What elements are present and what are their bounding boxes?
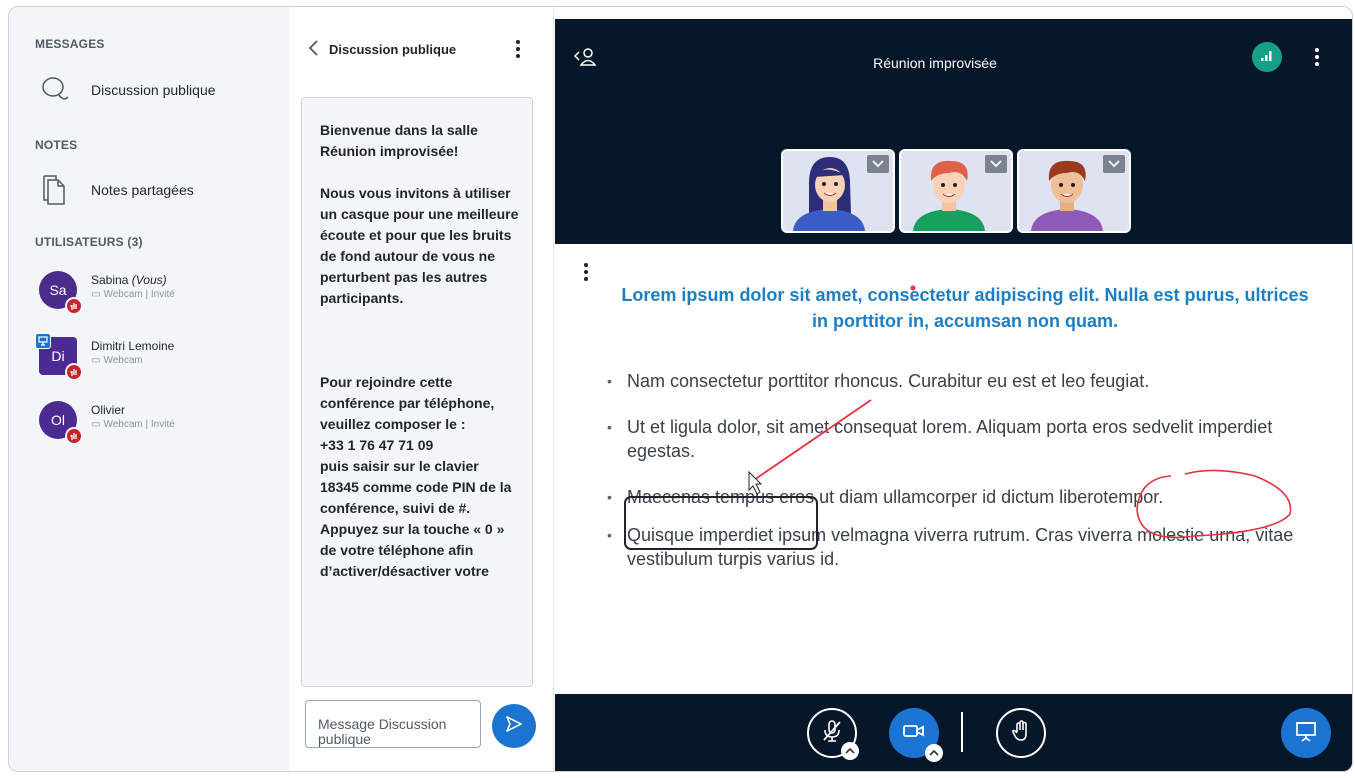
raised-hand-icon — [65, 363, 83, 381]
user-name: Olivier — [91, 403, 126, 417]
meeting-area: Réunion improvisée Lorem ipsum dolor sit… — [555, 19, 1352, 771]
chat-message: Bienvenue dans la salle Réunion improvis… — [320, 122, 478, 159]
raised-hand-icon — [65, 297, 83, 315]
avatar: Ol — [39, 401, 83, 445]
public-chat-item[interactable]: Discussion publique — [35, 70, 275, 110]
chat-bubble-icon — [35, 72, 75, 108]
chevron-down-icon[interactable] — [867, 155, 889, 173]
user-list-panel: MESSAGES Discussion publique NOTES Notes… — [9, 7, 289, 771]
slide-bullet: Nam consectetur porttitor rhoncus. Curab… — [607, 369, 1307, 393]
chevron-down-icon[interactable] — [985, 155, 1007, 173]
avatar: Di — [35, 333, 83, 381]
more-options-icon[interactable] — [583, 262, 589, 287]
mute-button[interactable] — [807, 708, 859, 760]
users-section-title: UTILISATEURS (3) — [35, 235, 143, 249]
presenter-icon — [35, 333, 51, 349]
chevron-left-icon[interactable] — [307, 39, 321, 62]
user-name: Dimitri Lemoine — [91, 339, 175, 353]
more-options-icon[interactable] — [1314, 47, 1320, 72]
chat-title[interactable]: Discussion publique — [329, 42, 456, 57]
webcam-tile[interactable] — [899, 149, 1013, 233]
notes-icon — [35, 172, 75, 208]
chevron-up-icon[interactable] — [841, 742, 859, 760]
notes-section-title: NOTES — [35, 138, 78, 152]
user-item-dimitri[interactable]: Di Dimitri Lemoine ▭ Webcam — [35, 333, 279, 385]
shared-notes-item[interactable]: Notes partagées — [35, 170, 275, 210]
webcam-strip — [781, 149, 1131, 233]
action-bar — [555, 694, 1352, 771]
more-options-icon[interactable] — [515, 39, 521, 64]
hand-icon — [1011, 719, 1031, 747]
webcam-tile[interactable] — [1017, 149, 1131, 233]
slide-bullet: Maecenas tempus eros ut diam ullamcorper… — [607, 485, 1307, 509]
user-name: Sabina (Vous) — [91, 273, 167, 287]
messages-section-title: MESSAGES — [35, 37, 105, 51]
webcam-small-icon: ▭ — [91, 419, 101, 430]
webcam-small-icon: ▭ — [91, 289, 101, 300]
webcam-tile[interactable] — [781, 149, 895, 233]
user-item-sabina[interactable]: Sa Sabina (Vous) ▭ Webcam | Invité — [39, 271, 279, 319]
message-input[interactable]: Message Discussion publique — [305, 700, 481, 748]
send-button[interactable] — [492, 704, 536, 748]
signal-bars-icon — [1259, 48, 1275, 67]
presentation-slide[interactable]: Lorem ipsum dolor sit amet, consectetur … — [555, 244, 1352, 694]
slide-title: Lorem ipsum dolor sit amet, consectetur … — [621, 285, 1309, 331]
avatar-initials: Sa — [49, 282, 67, 298]
webcam-small-icon: ▭ — [91, 355, 101, 366]
chevron-up-icon[interactable] — [925, 744, 943, 762]
raise-hand-button[interactable] — [996, 708, 1046, 758]
slide-bullet: Quisque imperdiet ipsum velmagna viverra… — [607, 523, 1307, 571]
camera-button[interactable] — [889, 708, 943, 762]
avatar-initials: Ol — [51, 412, 65, 428]
slide-bullet: Ut et ligula dolor, sit amet consequat l… — [607, 415, 1307, 463]
presentation-button[interactable] — [1281, 708, 1331, 758]
chat-message: Nous vous invitons à utiliser un casque … — [320, 185, 519, 306]
chat-message: Appuyez sur la touche « 0 » de votre tél… — [320, 521, 505, 579]
raised-hand-icon — [65, 427, 83, 445]
chat-messages: Bienvenue dans la salle Réunion improvis… — [301, 97, 533, 687]
avatar-initials: Di — [51, 348, 65, 364]
chat-panel: Discussion publique Bienvenue dans la sa… — [289, 7, 554, 771]
video-camera-icon — [903, 723, 925, 744]
microphone-off-icon — [821, 719, 843, 748]
chevron-down-icon[interactable] — [1103, 155, 1125, 173]
meeting-title: Réunion improvisée — [873, 55, 997, 71]
phone-number: +33 1 76 47 71 09 — [320, 437, 434, 453]
chat-header: Discussion publique — [289, 7, 554, 87]
public-chat-label: Discussion publique — [91, 82, 216, 98]
shared-notes-label: Notes partagées — [91, 182, 194, 198]
app-window: MESSAGES Discussion publique NOTES Notes… — [8, 6, 1353, 772]
slide-bullets: Nam consectetur porttitor rhoncus. Curab… — [607, 369, 1307, 593]
avatar: Sa — [39, 271, 83, 315]
user-status: ▭ Webcam | Invité — [91, 419, 175, 430]
chat-message: Pour rejoindre cette conférence par télé… — [320, 374, 495, 432]
user-status: ▭ Webcam — [91, 355, 143, 366]
user-item-olivier[interactable]: Ol Olivier ▭ Webcam | Invité — [39, 401, 279, 449]
connection-status-button[interactable] — [1252, 42, 1282, 72]
chat-message: puis saisir sur le clavier 18345 comme c… — [320, 458, 512, 516]
send-icon — [504, 714, 524, 739]
divider — [961, 712, 963, 752]
presentation-icon — [1295, 720, 1317, 747]
user-status: ▭ Webcam | Invité — [91, 289, 175, 300]
